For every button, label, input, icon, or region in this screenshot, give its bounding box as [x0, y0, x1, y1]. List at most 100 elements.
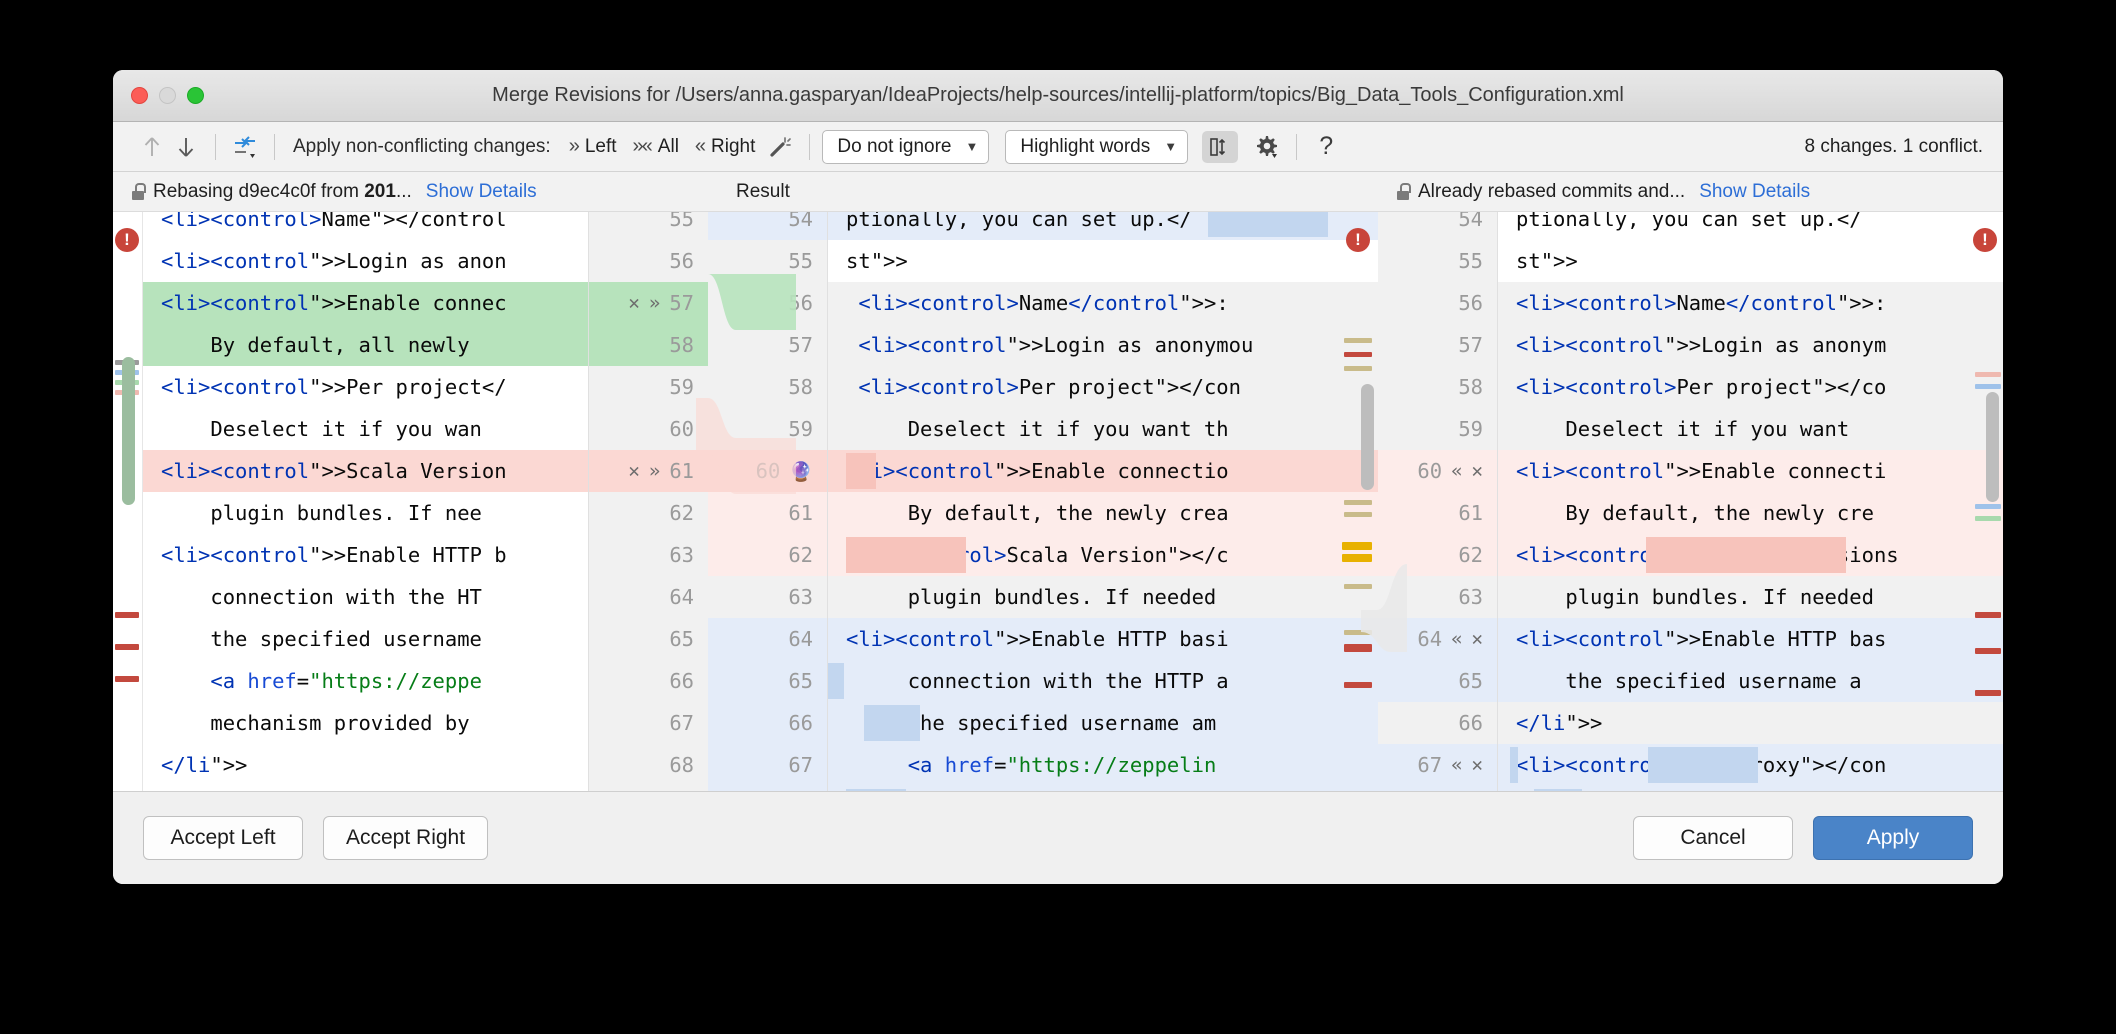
- result-gutter[interactable]: 54555657585960🔮6162636465666768: [708, 212, 828, 791]
- help-icon[interactable]: ?: [1309, 130, 1343, 164]
- line-number[interactable]: 64: [589, 576, 708, 618]
- code-line[interactable]: <li><control">>Login as anon: [143, 240, 588, 282]
- revert-change-icon[interactable]: ✕: [1472, 460, 1483, 482]
- code-line[interactable]: <a href="https://zeppelin: [828, 744, 1378, 786]
- code-line[interactable]: the specified username: [143, 618, 588, 660]
- code-line[interactable]: <li><control>Scala Version"></c: [828, 534, 1378, 576]
- line-number[interactable]: 54: [708, 212, 827, 240]
- line-number[interactable]: 56: [708, 282, 827, 324]
- left-gutter[interactable]: 5556✕»57585960✕»616263646566676869: [588, 212, 708, 791]
- line-number[interactable]: 67: [708, 744, 827, 786]
- code-line[interactable]: the specified username am: [828, 702, 1378, 744]
- error-marker-icon[interactable]: !: [1973, 228, 1997, 252]
- right-gutter[interactable]: 54555657585960«✕61626364«✕656667«✕68: [1378, 212, 1498, 791]
- line-number[interactable]: 56: [1378, 282, 1497, 324]
- code-line[interactable]: ptionally, you can set up.</: [828, 212, 1378, 240]
- line-number[interactable]: 66: [708, 702, 827, 744]
- code-line[interactable]: <li><control>Per project"></co: [1498, 366, 2003, 408]
- code-line[interactable]: Deselect it if you want: [1498, 408, 2003, 450]
- left-editor-pane[interactable]: ! <li><control>Name"></control<li><contr…: [113, 212, 708, 791]
- line-number[interactable]: 63: [1378, 576, 1497, 618]
- code-line[interactable]: mechanism provided by: [143, 702, 588, 744]
- error-marker-icon[interactable]: !: [1346, 228, 1370, 252]
- code-line[interactable]: <li><control">>Login as anonymou: [828, 324, 1378, 366]
- line-number[interactable]: 64«✕: [1378, 618, 1497, 660]
- line-number[interactable]: 54: [1378, 212, 1497, 240]
- code-line[interactable]: <li><control>Name</control">>:: [1498, 282, 2003, 324]
- gear-icon[interactable]: [1250, 130, 1284, 164]
- apply-all-button[interactable]: »« All: [625, 133, 687, 160]
- accept-change-icon[interactable]: «: [1451, 628, 1462, 650]
- line-number[interactable]: 65: [1378, 660, 1497, 702]
- right-editor-pane[interactable]: 54555657585960«✕61626364«✕656667«✕68 pti…: [1378, 212, 2003, 791]
- columns-toggle-icon[interactable]: [1202, 131, 1238, 163]
- code-line[interactable]: plugin bundles. If nee: [143, 492, 588, 534]
- code-line[interactable]: plugin bundles. If needed: [828, 576, 1378, 618]
- line-number[interactable]: 62: [589, 492, 708, 534]
- line-number[interactable]: 65: [589, 618, 708, 660]
- apply-all-icon[interactable]: [228, 130, 262, 164]
- code-line[interactable]: By default, all newly: [143, 324, 588, 366]
- line-number[interactable]: ✕»57: [589, 282, 708, 324]
- accept-change-icon[interactable]: «: [1451, 754, 1462, 776]
- code-line[interactable]: <li><control">>Enable connecti: [1498, 450, 2003, 492]
- line-number[interactable]: 62: [708, 534, 827, 576]
- left-annotation-stripe[interactable]: !: [113, 212, 143, 791]
- close-button[interactable]: [131, 87, 148, 104]
- line-number[interactable]: 56: [589, 240, 708, 282]
- code-line[interactable]: <li><control">>Library Versions: [1498, 534, 2003, 576]
- line-number[interactable]: 55: [708, 240, 827, 282]
- code-line[interactable]: </li">>: [1498, 702, 2003, 744]
- zoom-button[interactable]: [187, 87, 204, 104]
- code-line[interactable]: mechanism provided by the: [828, 786, 1378, 791]
- result-editor-pane[interactable]: 54555657585960🔮6162636465666768 ptionall…: [708, 212, 1378, 791]
- line-number[interactable]: 55: [589, 212, 708, 240]
- code-line[interactable]: connection with the HTTP: [1498, 786, 2003, 791]
- code-line[interactable]: <li">>: [143, 786, 588, 791]
- accept-change-icon[interactable]: »: [649, 460, 660, 482]
- apply-right-button[interactable]: « Right: [687, 133, 763, 160]
- line-number[interactable]: 57: [708, 324, 827, 366]
- result-code-area[interactable]: ptionally, you can set up.</st">> <li><c…: [828, 212, 1378, 791]
- line-number[interactable]: 57: [1378, 324, 1497, 366]
- code-line[interactable]: <li><control">>Scala Version: [143, 450, 588, 492]
- line-number[interactable]: 59: [589, 366, 708, 408]
- previous-difference-icon[interactable]: [135, 130, 169, 164]
- code-line[interactable]: <li><control">>Per project</: [143, 366, 588, 408]
- code-line[interactable]: <li><control">>Enable HTTP b: [143, 534, 588, 576]
- line-number[interactable]: 58: [708, 366, 827, 408]
- line-number[interactable]: 67«✕: [1378, 744, 1497, 786]
- code-line[interactable]: Deselect it if you want th: [828, 408, 1378, 450]
- accept-change-icon[interactable]: «: [1451, 460, 1462, 482]
- line-number[interactable]: 55: [1378, 240, 1497, 282]
- code-line[interactable]: plugin bundles. If needed: [1498, 576, 2003, 618]
- line-number[interactable]: 66: [1378, 702, 1497, 744]
- line-number[interactable]: 68: [589, 744, 708, 786]
- code-line[interactable]: connection with the HTTP a: [828, 660, 1378, 702]
- line-number[interactable]: 63: [589, 534, 708, 576]
- line-number[interactable]: 66: [589, 660, 708, 702]
- highlight-policy-select[interactable]: Highlight words ▼: [1005, 130, 1188, 164]
- code-line[interactable]: the specified username a: [1498, 660, 2003, 702]
- accept-right-button[interactable]: Accept Right: [323, 816, 488, 860]
- revert-change-icon[interactable]: ✕: [628, 460, 639, 482]
- line-number[interactable]: 59: [1378, 408, 1497, 450]
- code-line[interactable]: <li><control">>Login as anonym: [1498, 324, 2003, 366]
- code-line[interactable]: <li><control">>Enable connectio: [828, 450, 1378, 492]
- line-number[interactable]: 60«✕: [1378, 450, 1497, 492]
- line-number[interactable]: ✕»61: [589, 450, 708, 492]
- apply-button[interactable]: Apply: [1813, 816, 1973, 860]
- cancel-button[interactable]: Cancel: [1633, 816, 1793, 860]
- code-line[interactable]: <li><control">>Enable HTTP bas: [1498, 618, 2003, 660]
- resolve-conflict-icon[interactable]: 🔮: [789, 460, 813, 483]
- code-line[interactable]: <li><control>Per project"></con: [828, 366, 1378, 408]
- right-show-details-link[interactable]: Show Details: [1699, 181, 1810, 203]
- code-line[interactable]: By default, the newly crea: [828, 492, 1378, 534]
- code-line[interactable]: <li><control>Name"></control: [143, 212, 588, 240]
- code-line[interactable]: ptionally, you can set up.</: [1498, 212, 2003, 240]
- code-line[interactable]: <li><control>Name</control">>:: [828, 282, 1378, 324]
- revert-change-icon[interactable]: ✕: [628, 292, 639, 314]
- line-number[interactable]: 68: [1378, 786, 1497, 791]
- line-number[interactable]: 64: [708, 618, 827, 660]
- accept-change-icon[interactable]: »: [649, 292, 660, 314]
